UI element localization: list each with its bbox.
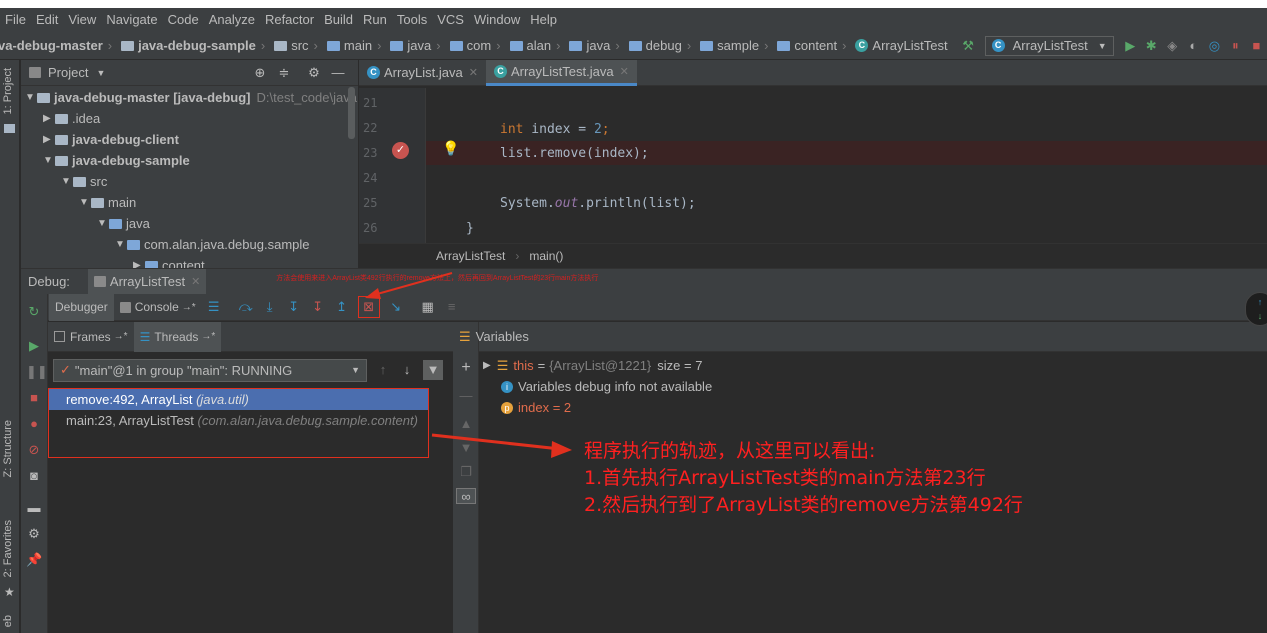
annotation-arrows	[365, 272, 572, 458]
arrow-to-drop-frame	[369, 272, 453, 297]
arrowhead	[365, 288, 381, 299]
arrowhead	[551, 441, 572, 458]
arrow-to-frames	[431, 433, 561, 451]
